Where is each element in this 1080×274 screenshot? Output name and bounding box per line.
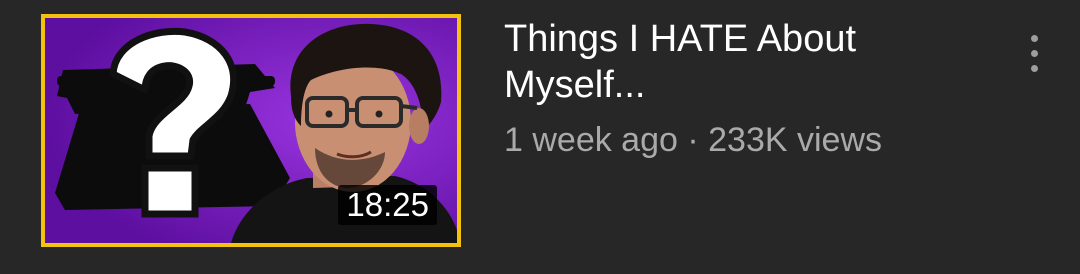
video-list-item[interactable]: 18:25 Things I HATE About Myself... 1 we… bbox=[0, 0, 1080, 274]
more-dot bbox=[1030, 34, 1038, 42]
video-info[interactable]: Things I HATE About Myself... 1 week ago… bbox=[504, 16, 984, 160]
more-dot bbox=[1030, 49, 1038, 57]
video-metadata: 1 week ago · 233K views bbox=[504, 120, 984, 160]
video-thumbnail[interactable]: 18:25 bbox=[41, 14, 461, 247]
more-vertical-icon[interactable] bbox=[1014, 30, 1054, 76]
view-count: 233K views bbox=[708, 121, 883, 159]
upload-age: 1 week ago bbox=[504, 121, 678, 159]
more-dot bbox=[1030, 64, 1038, 72]
video-title[interactable]: Things I HATE About Myself... bbox=[504, 16, 984, 108]
duration-badge: 18:25 bbox=[338, 185, 437, 225]
meta-separator: · bbox=[687, 121, 699, 159]
